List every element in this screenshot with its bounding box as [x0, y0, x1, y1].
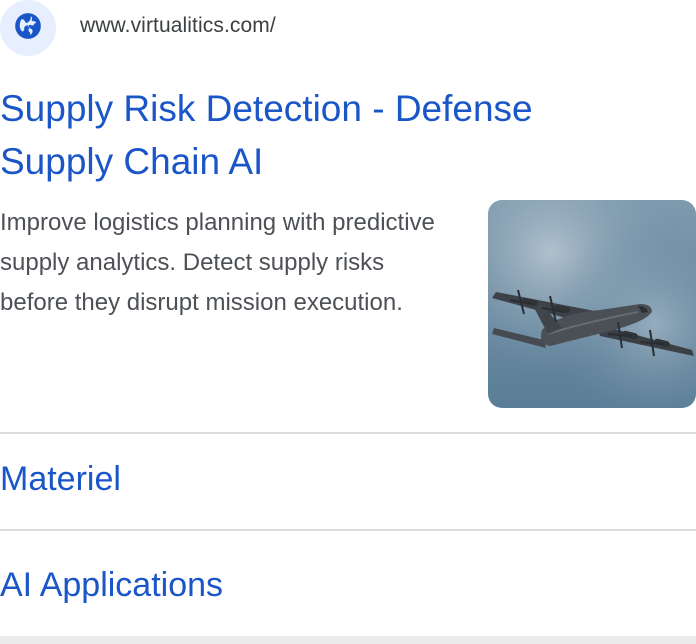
result-thumbnail[interactable]	[488, 200, 696, 408]
cargo-airplane-image	[488, 200, 696, 408]
sitelink-label[interactable]: AI Applications	[0, 566, 223, 605]
search-result-card: www.virtualitics.com/ Supply Risk Detect…	[0, 0, 696, 636]
bottom-separator	[0, 636, 696, 644]
site-header[interactable]: www.virtualitics.com/	[0, 0, 696, 56]
divider	[0, 529, 696, 531]
sitelink-materiel[interactable]: Materiel	[0, 431, 696, 527]
sitelink-label[interactable]: Materiel	[0, 460, 121, 499]
result-snippet: Improve logistics planning with predicti…	[0, 209, 435, 316]
result-title-link[interactable]: Supply Risk Detection - Defense Supply C…	[0, 82, 640, 188]
globe-icon	[14, 12, 42, 45]
site-url[interactable]: www.virtualitics.com/	[80, 14, 276, 38]
sitelink-ai-applications[interactable]: AI Applications	[0, 537, 696, 633]
site-favicon	[0, 0, 56, 56]
